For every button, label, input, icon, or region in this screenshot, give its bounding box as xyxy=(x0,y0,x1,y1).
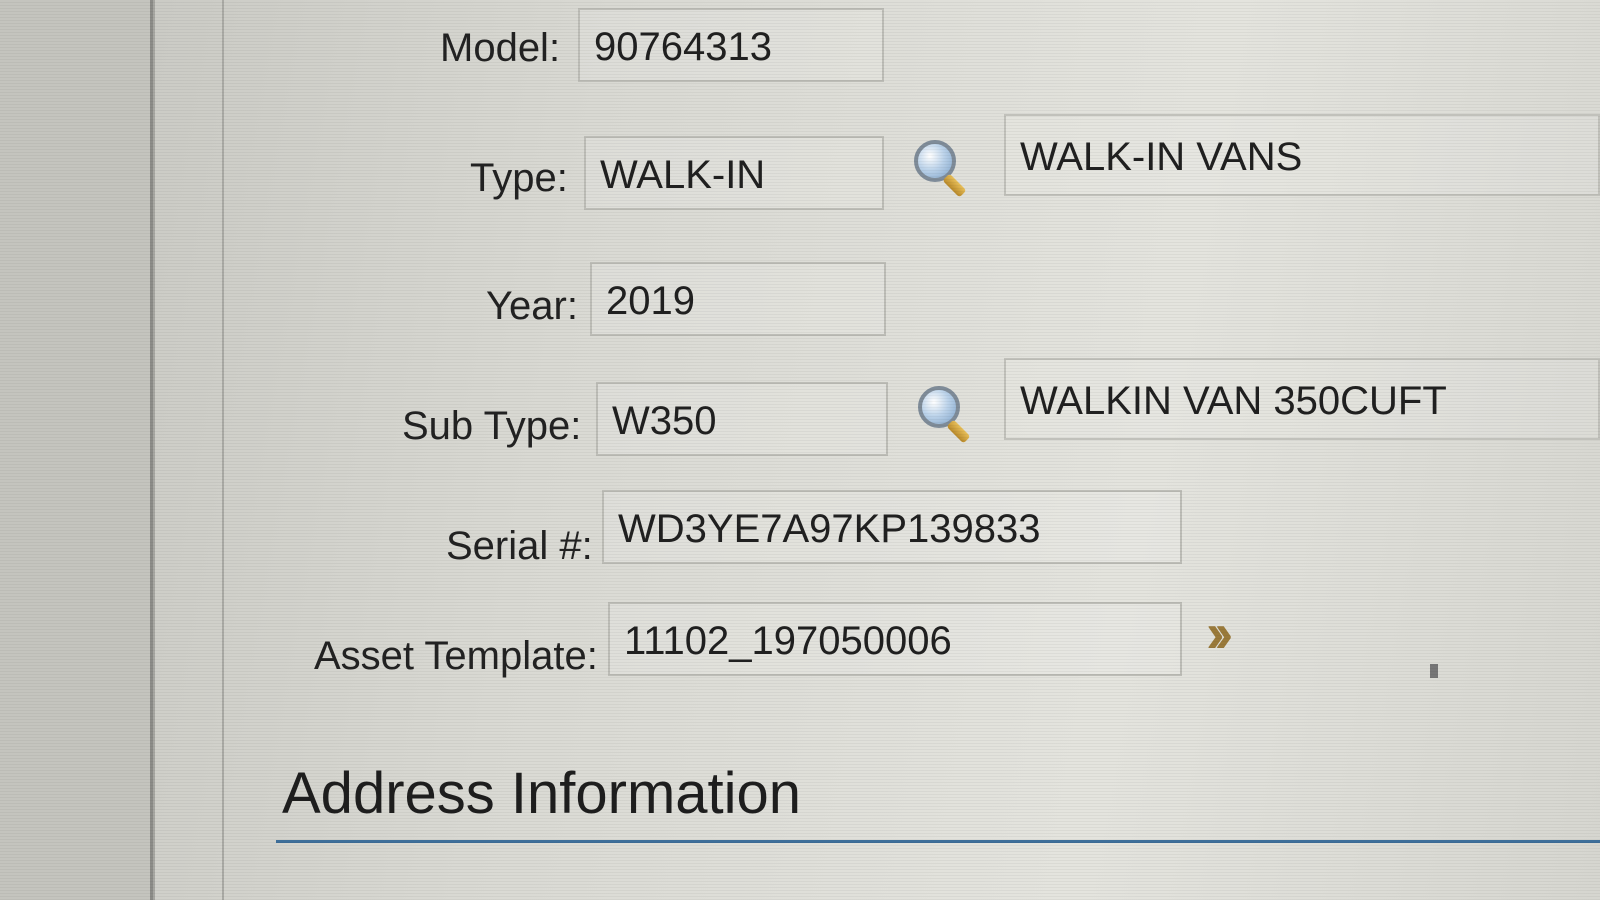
screen: Model: 90764313 Type: WALK-IN WALK-IN VA… xyxy=(0,0,1600,900)
sub-type-field[interactable]: W350 xyxy=(596,382,888,456)
sub-type-label: Sub Type: xyxy=(402,404,582,448)
mouse-cursor xyxy=(1430,664,1438,678)
year-label: Year: xyxy=(486,284,578,328)
asset-template-label: Asset Template: xyxy=(314,634,598,678)
asset-template-field[interactable]: 11102_197050006 xyxy=(608,602,1182,676)
year-field[interactable]: 2019 xyxy=(590,262,886,336)
double-chevron-right-icon[interactable]: ›› xyxy=(1206,600,1233,665)
model-field[interactable]: 90764313 xyxy=(578,8,884,82)
sub-type-lookup-icon[interactable] xyxy=(916,384,974,444)
serial-field[interactable]: WD3YE7A97KP139833 xyxy=(602,490,1182,564)
serial-label: Serial #: xyxy=(446,524,593,568)
type-lookup-icon[interactable] xyxy=(912,138,970,198)
type-description: WALK-IN VANS xyxy=(1004,114,1600,196)
sub-type-description: WALKIN VAN 350CUFT xyxy=(1004,358,1600,440)
asset-form: Model: 90764313 Type: WALK-IN WALK-IN VA… xyxy=(0,0,1600,900)
address-information-heading: Address Information xyxy=(282,761,802,826)
type-label: Type: xyxy=(470,156,568,200)
type-field[interactable]: WALK-IN xyxy=(584,136,884,210)
section-divider xyxy=(276,840,1600,843)
model-label: Model: xyxy=(440,26,561,70)
